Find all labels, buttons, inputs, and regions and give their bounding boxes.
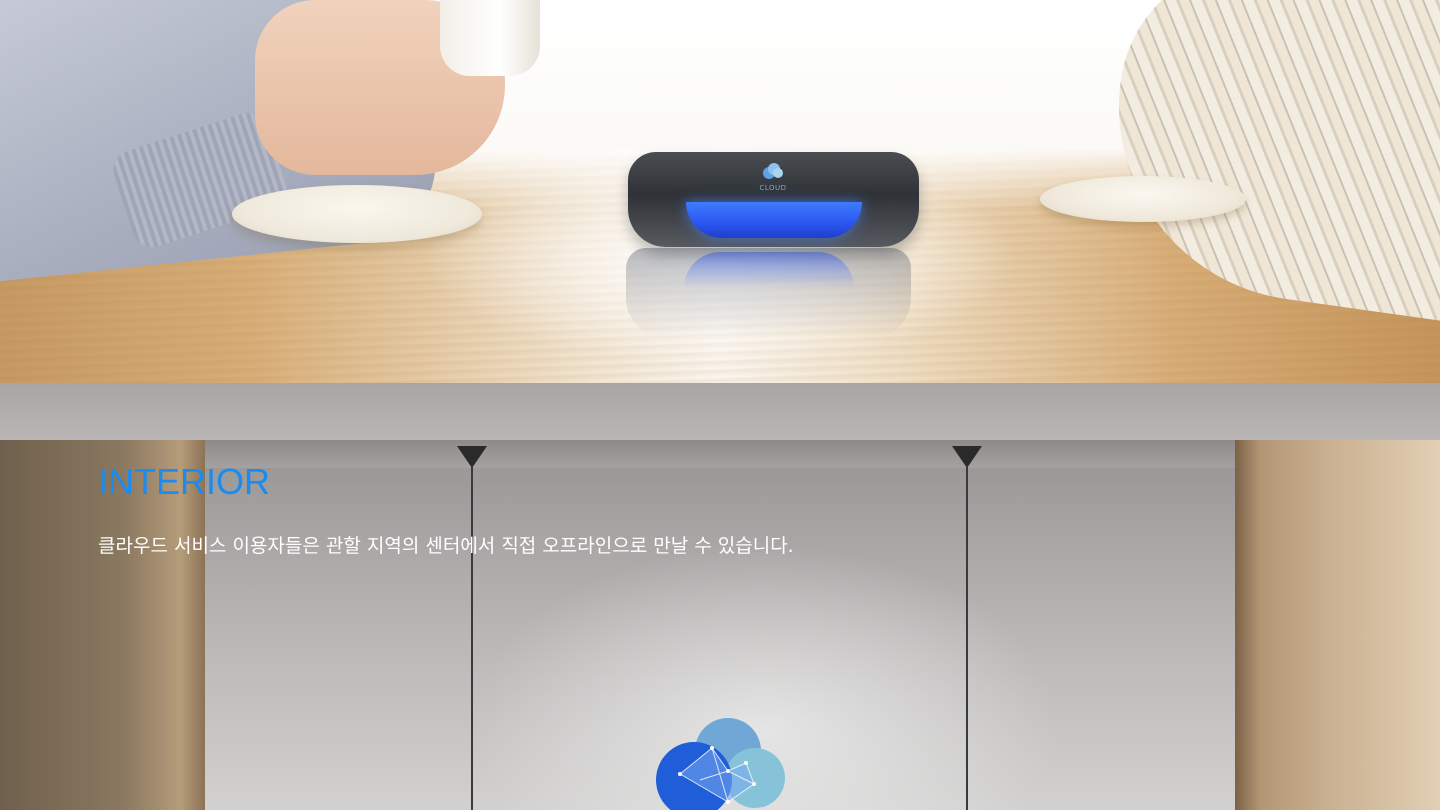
coffee-cup	[440, 0, 540, 76]
device-brand-label: CLOUD	[759, 184, 787, 192]
ceiling-recess	[205, 440, 1235, 468]
device-reflection	[626, 248, 911, 338]
right-wood-wall	[1235, 440, 1440, 810]
device-reflection-panel	[684, 252, 854, 288]
cloud-icon	[763, 163, 783, 179]
left-plate	[232, 185, 482, 243]
right-plate	[1040, 176, 1246, 222]
lamp-cord-left	[471, 466, 473, 810]
section-heading: INTERIOR	[98, 461, 271, 502]
lamp-cord-right	[966, 466, 968, 810]
cloud-speaker-device: CLOUD	[628, 152, 919, 247]
section-description: 클라우드 서비스 이용자들은 관할 지역의 센터에서 직접 오프라인으로 만날 …	[98, 535, 794, 557]
ceiling	[0, 383, 1440, 440]
interior-section: INTERIOR 클라우드 서비스 이용자들은 관할 지역의 센터에서 직접 오…	[0, 383, 1440, 810]
cloud-logo-icon	[656, 718, 785, 810]
device-light-panel	[686, 202, 862, 238]
hero-section: CLOUD	[0, 0, 1440, 383]
